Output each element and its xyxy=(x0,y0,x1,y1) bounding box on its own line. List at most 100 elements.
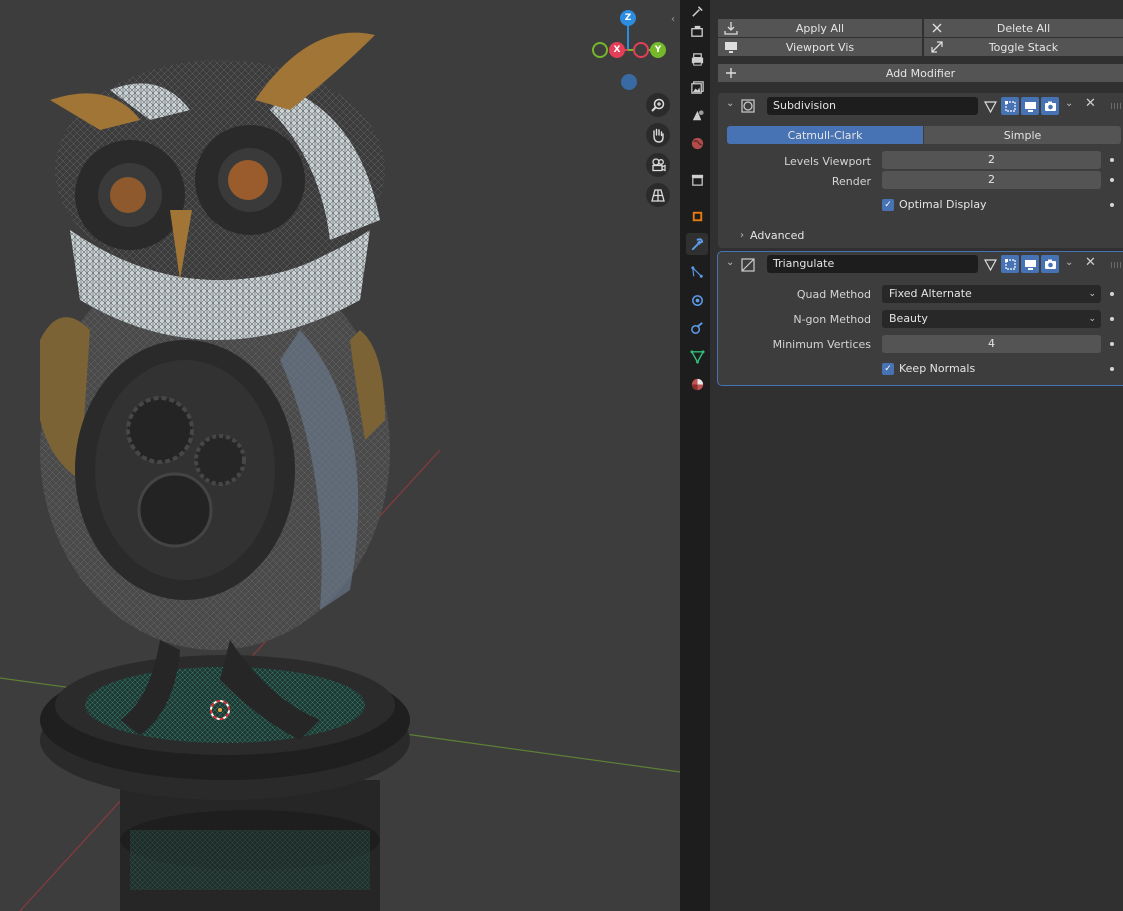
edit-cage-toggle[interactable] xyxy=(981,97,999,115)
viewport-vis-button[interactable]: Viewport Vis xyxy=(718,38,922,56)
tab-world[interactable] xyxy=(686,132,708,154)
chevron-down-icon: ⌄ xyxy=(1088,314,1096,324)
tab-object[interactable] xyxy=(686,205,708,227)
triangulate-header[interactable]: ⌄ Triangulate ⌄ ✕ xyxy=(718,252,1123,276)
tab-collection[interactable] xyxy=(686,168,708,190)
image-stack-icon xyxy=(690,80,704,94)
tab-data[interactable] xyxy=(686,345,708,367)
minimum-vertices-field[interactable]: 4 xyxy=(882,335,1101,353)
render-icon xyxy=(690,25,703,37)
remove-modifier-icon[interactable]: ✕ xyxy=(1085,255,1096,270)
modifier-menu-dropdown-icon[interactable]: ⌄ xyxy=(1065,257,1073,268)
keyframe-dot[interactable] xyxy=(1110,342,1114,346)
keyframe-dot[interactable] xyxy=(1110,292,1114,296)
tab-tool[interactable] xyxy=(686,0,708,22)
pan-button[interactable] xyxy=(646,123,670,147)
world-icon xyxy=(691,137,703,149)
monitor-icon xyxy=(1024,101,1036,112)
levels-viewport-label: Levels Viewport xyxy=(784,155,871,168)
vertex-triangle-icon xyxy=(983,100,997,113)
tab-material[interactable] xyxy=(686,373,708,395)
subdivision-header[interactable]: ⌄ Subdivision ⌄ ✕ xyxy=(718,93,1123,117)
tab-render[interactable] xyxy=(686,20,708,42)
chevron-down-icon: ⌄ xyxy=(1088,289,1096,299)
edit-cage-toggle[interactable] xyxy=(981,255,999,273)
collapse-chevron-icon[interactable]: ⌄ xyxy=(726,98,734,109)
levels-viewport-field[interactable]: 2 xyxy=(882,151,1101,169)
keyframe-dot[interactable] xyxy=(1110,367,1114,371)
catmull-clark-option[interactable]: Catmull-Clark xyxy=(727,126,923,144)
modifier-properties-panel: Apply All Delete All Viewport Vis Toggle… xyxy=(710,0,1123,911)
ngon-method-label: N-gon Method xyxy=(793,313,871,326)
x-axis-ball[interactable]: X xyxy=(609,42,625,58)
tab-scene[interactable] xyxy=(686,104,708,126)
zoom-button[interactable] xyxy=(646,93,670,117)
tab-view-layer[interactable] xyxy=(686,76,708,98)
neg-z-axis-ball[interactable] xyxy=(621,74,637,90)
advanced-subpanel-header[interactable]: › Advanced xyxy=(740,229,804,242)
toggle-stack-button[interactable]: Toggle Stack xyxy=(924,38,1123,56)
owl-model-render[interactable] xyxy=(0,0,680,911)
tab-particles[interactable] xyxy=(686,261,708,283)
triangulate-modifier-panel: ⌄ Triangulate ⌄ ✕ Quad Method Fixed Alte… xyxy=(717,251,1123,386)
ortho-toggle-button[interactable] xyxy=(646,183,670,207)
quad-method-select[interactable]: Fixed Alternate ⌄ xyxy=(882,285,1101,303)
edit-mode-toggle[interactable] xyxy=(1001,255,1019,273)
material-icon xyxy=(691,378,703,390)
edit-mode-icon xyxy=(1004,258,1016,270)
tab-output[interactable] xyxy=(686,48,708,70)
render-levels-field[interactable]: 2 xyxy=(882,171,1101,189)
z-axis-ball[interactable]: Z xyxy=(620,10,636,26)
add-modifier-button[interactable]: Add Modifier xyxy=(718,64,1123,82)
monitor-icon xyxy=(724,40,738,54)
remove-modifier-icon[interactable]: ✕ xyxy=(1085,96,1096,111)
wrench-icon xyxy=(691,237,703,250)
3d-viewport[interactable]: Z Y X ‹ xyxy=(0,0,680,911)
chevron-right-icon: › xyxy=(740,230,744,241)
plus-icon xyxy=(724,66,738,80)
modifier-name-field[interactable]: Subdivision xyxy=(767,97,978,115)
keyframe-dot[interactable] xyxy=(1110,317,1114,321)
edit-mode-toggle[interactable] xyxy=(1001,97,1019,115)
scene-icon xyxy=(692,109,704,120)
collapse-chevron-icon[interactable]: ⌄ xyxy=(726,257,734,268)
tab-modifiers[interactable] xyxy=(686,233,708,255)
subdivision-modifier-panel: ⌄ Subdivision ⌄ ✕ Catmull-Clark Simple L… xyxy=(718,93,1123,248)
tab-constraints[interactable] xyxy=(686,317,708,339)
modifier-name-field[interactable]: Triangulate xyxy=(767,255,978,273)
quad-method-label: Quad Method xyxy=(796,288,871,301)
keyframe-dot[interactable] xyxy=(1110,203,1114,207)
apply-all-button[interactable]: Apply All xyxy=(718,19,922,37)
delete-all-button[interactable]: Delete All xyxy=(924,19,1123,37)
collection-icon xyxy=(691,174,703,186)
expand-arrows-icon xyxy=(930,40,944,54)
properties-tab-strip xyxy=(683,0,710,911)
mesh-data-icon xyxy=(689,349,705,364)
tab-physics[interactable] xyxy=(686,289,708,311)
optimal-display-checkbox[interactable]: ✓ Optimal Display xyxy=(882,198,987,211)
viewport-display-toggle[interactable] xyxy=(1021,255,1039,273)
neg-y-axis-ball[interactable] xyxy=(592,42,608,58)
drag-handle-icon[interactable] xyxy=(1111,103,1121,109)
vertex-triangle-icon xyxy=(983,258,997,271)
neg-x-axis-ball[interactable] xyxy=(633,42,649,58)
download-icon xyxy=(724,21,738,35)
edit-mode-icon xyxy=(1004,100,1016,112)
keep-normals-checkbox[interactable]: ✓ Keep Normals xyxy=(882,362,975,375)
drag-handle-icon[interactable] xyxy=(1111,262,1121,268)
render-toggle[interactable] xyxy=(1041,97,1059,115)
camera-view-button[interactable] xyxy=(646,153,670,177)
triangulate-icon xyxy=(741,258,755,272)
checkmark-icon: ✓ xyxy=(882,198,894,211)
keyframe-dot[interactable] xyxy=(1110,158,1114,162)
simple-option[interactable]: Simple xyxy=(924,126,1121,144)
subdivision-icon xyxy=(741,99,755,113)
tab-scroll-indicator[interactable]: ‹ xyxy=(671,14,675,25)
ngon-method-select[interactable]: Beauty ⌄ xyxy=(882,310,1101,328)
modifier-menu-dropdown-icon[interactable]: ⌄ xyxy=(1065,98,1073,109)
render-toggle[interactable] xyxy=(1041,255,1059,273)
viewport-display-toggle[interactable] xyxy=(1021,97,1039,115)
camera-icon xyxy=(1044,259,1056,269)
keyframe-dot[interactable] xyxy=(1110,178,1114,182)
y-axis-ball[interactable]: Y xyxy=(650,42,666,58)
